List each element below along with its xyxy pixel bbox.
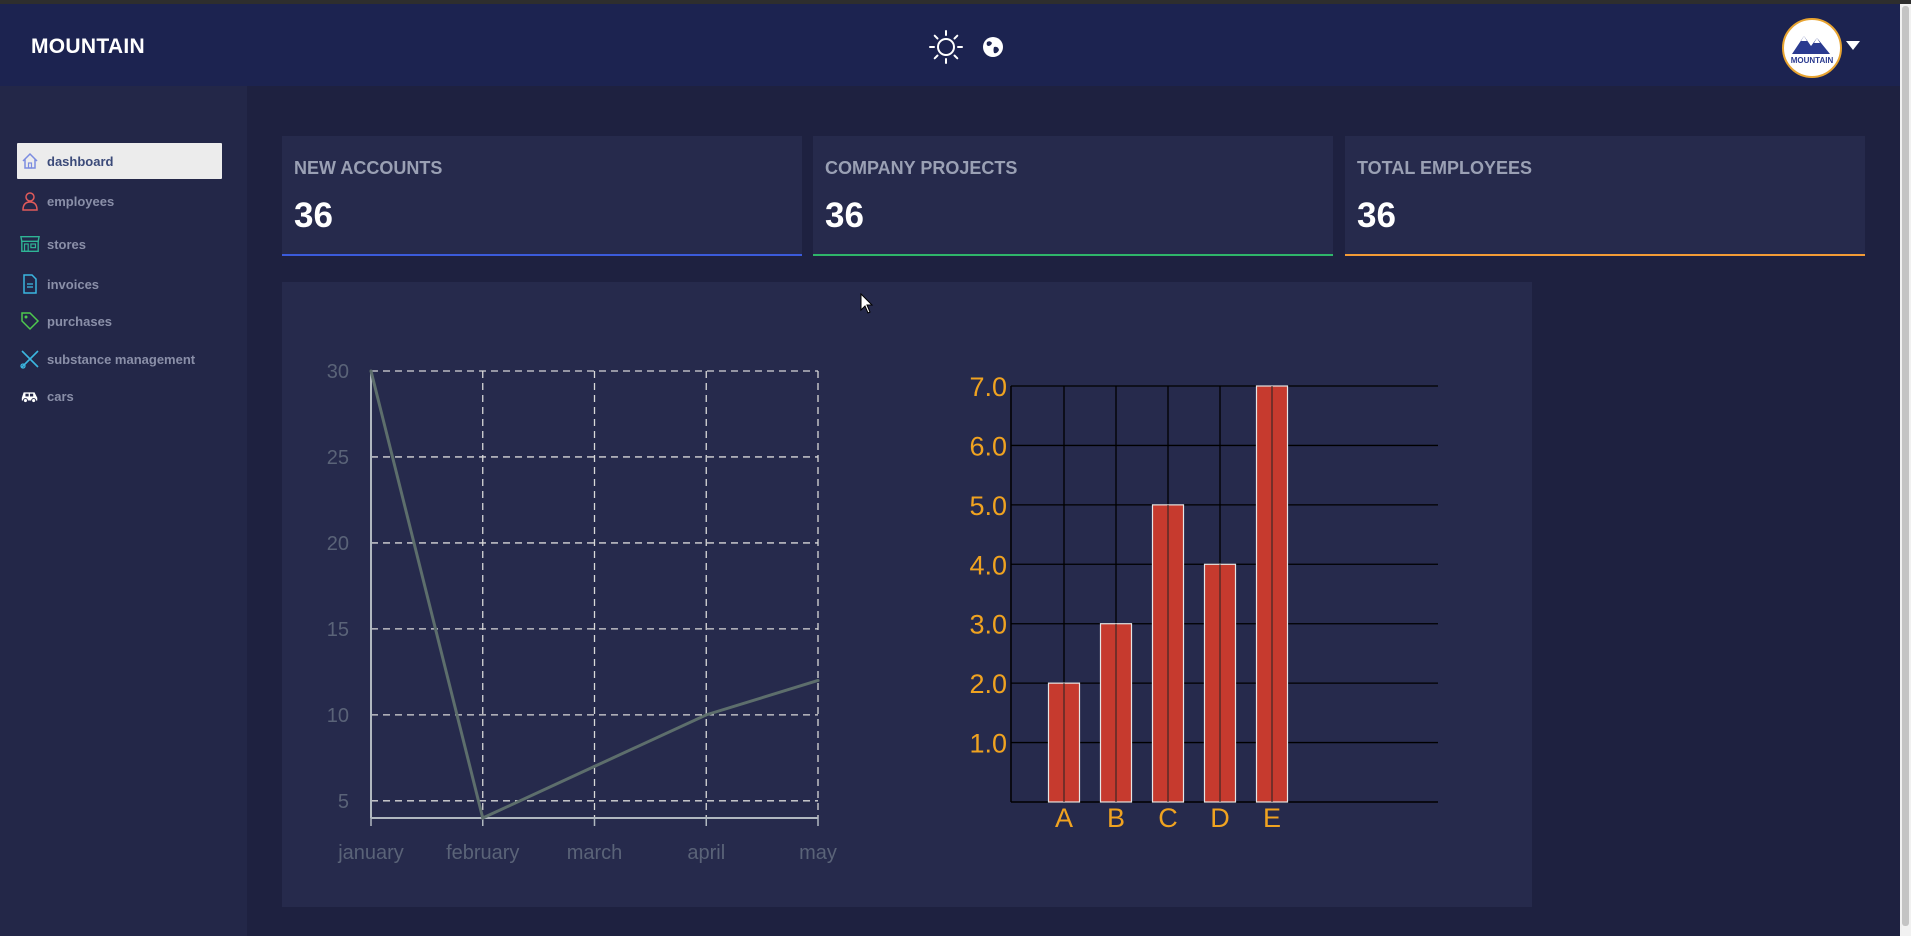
card-accent-bar (1345, 254, 1865, 256)
user-avatar[interactable]: MOUNTAIN (1782, 18, 1842, 78)
sidebar-item-cars[interactable]: cars (17, 378, 222, 414)
document-icon (23, 274, 37, 294)
car-icon (21, 392, 38, 404)
x-tick-label: C (1158, 803, 1178, 833)
sidebar-item-label: stores (47, 237, 87, 252)
line-point (704, 713, 708, 717)
card-title: TOTAL EMPLOYEES (1357, 158, 1533, 178)
y-tick-label: 25 (327, 447, 349, 469)
card-value: 36 (825, 196, 864, 235)
line-series (369, 370, 819, 821)
line-point (481, 816, 485, 820)
stat-card-new-accounts: NEW ACCOUNTS 36 (282, 136, 802, 256)
charts-panel: 5 10 15 20 25 30 january february march april may … (282, 282, 1532, 907)
brand-title[interactable]: MOUNTAIN (31, 35, 145, 59)
card-value: 36 (294, 196, 333, 235)
mouse-cursor-icon (860, 293, 874, 314)
y-tick-label: 10 (327, 705, 349, 727)
logo-text: MOUNTAIN (1791, 56, 1834, 65)
scrollbar-thumb[interactable] (1902, 6, 1909, 926)
tag-icon (21, 312, 40, 331)
sidebar-item-dashboard[interactable]: dashboard (17, 143, 222, 179)
x-tick-label: B (1107, 803, 1125, 833)
y-tick-label: 3.0 (969, 610, 1007, 640)
globe-icon[interactable] (980, 34, 1006, 60)
vertical-scrollbar[interactable] (1900, 4, 1911, 936)
y-tick-label: 15 (327, 619, 349, 641)
bar-chart: 1.0 2.0 3.0 4.0 5.0 6.0 7.0 A B C D E (969, 372, 1438, 833)
y-tick-label: 4.0 (969, 550, 1007, 580)
store-icon (20, 236, 40, 252)
x-tick-label: february (446, 842, 519, 864)
sidebar-item-employees[interactable]: employees (17, 183, 222, 219)
scissors-icon (20, 350, 39, 369)
line-point (816, 678, 820, 682)
sidebar-item-label: cars (47, 389, 74, 404)
top-header: MOUNTAIN MOUNTAIN (0, 4, 1900, 86)
card-accent-bar (282, 254, 802, 256)
y-tick-label: 2.0 (969, 669, 1007, 699)
home-icon (22, 152, 38, 169)
card-title: COMPANY PROJECTS (825, 158, 1018, 178)
sidebar-item-label: purchases (47, 314, 113, 329)
chevron-down-icon[interactable] (1846, 41, 1860, 50)
line-point (369, 369, 373, 373)
stat-card-total-employees: TOTAL EMPLOYEES 36 (1345, 136, 1865, 256)
y-tick-label: 30 (327, 361, 349, 383)
x-tick-label: D (1210, 803, 1230, 833)
user-icon (22, 192, 38, 211)
x-tick-label: E (1263, 803, 1281, 833)
x-tick-label: april (687, 842, 725, 864)
sidebar-item-substance-management[interactable]: substance management (17, 341, 222, 377)
sidebar-item-invoices[interactable]: invoices (17, 266, 222, 302)
mountain-logo: MOUNTAIN (1791, 36, 1834, 65)
x-tick-label: march (567, 842, 623, 864)
y-tick-label: 20 (327, 533, 349, 555)
x-tick-label: may (799, 842, 837, 864)
card-title: NEW ACCOUNTS (294, 158, 443, 178)
stat-card-company-projects: COMPANY PROJECTS 36 (813, 136, 1333, 256)
sidebar-item-purchases[interactable]: purchases (17, 303, 222, 339)
y-tick-label: 5 (338, 791, 349, 813)
line-point (593, 764, 596, 768)
sidebar-item-label: dashboard (47, 154, 114, 169)
line-chart: 5 10 15 20 25 30 january february march april may (327, 361, 837, 864)
y-tick-label: 5.0 (969, 491, 1007, 521)
x-tick-label: january (337, 842, 404, 864)
y-tick-label: 7.0 (969, 372, 1007, 402)
sidebar-item-stores[interactable]: stores (17, 226, 222, 262)
sun-icon[interactable] (928, 29, 964, 65)
card-accent-bar (813, 254, 1333, 256)
card-value: 36 (1357, 196, 1396, 235)
x-tick-label: A (1055, 803, 1073, 833)
sidebar-item-label: substance management (47, 352, 196, 367)
y-tick-label: 1.0 (969, 729, 1007, 759)
sidebar-item-label: invoices (47, 277, 100, 292)
y-tick-label: 6.0 (969, 431, 1007, 461)
sidebar: dashboard employees stores invoices purc… (0, 86, 247, 936)
sidebar-item-label: employees (47, 194, 115, 209)
